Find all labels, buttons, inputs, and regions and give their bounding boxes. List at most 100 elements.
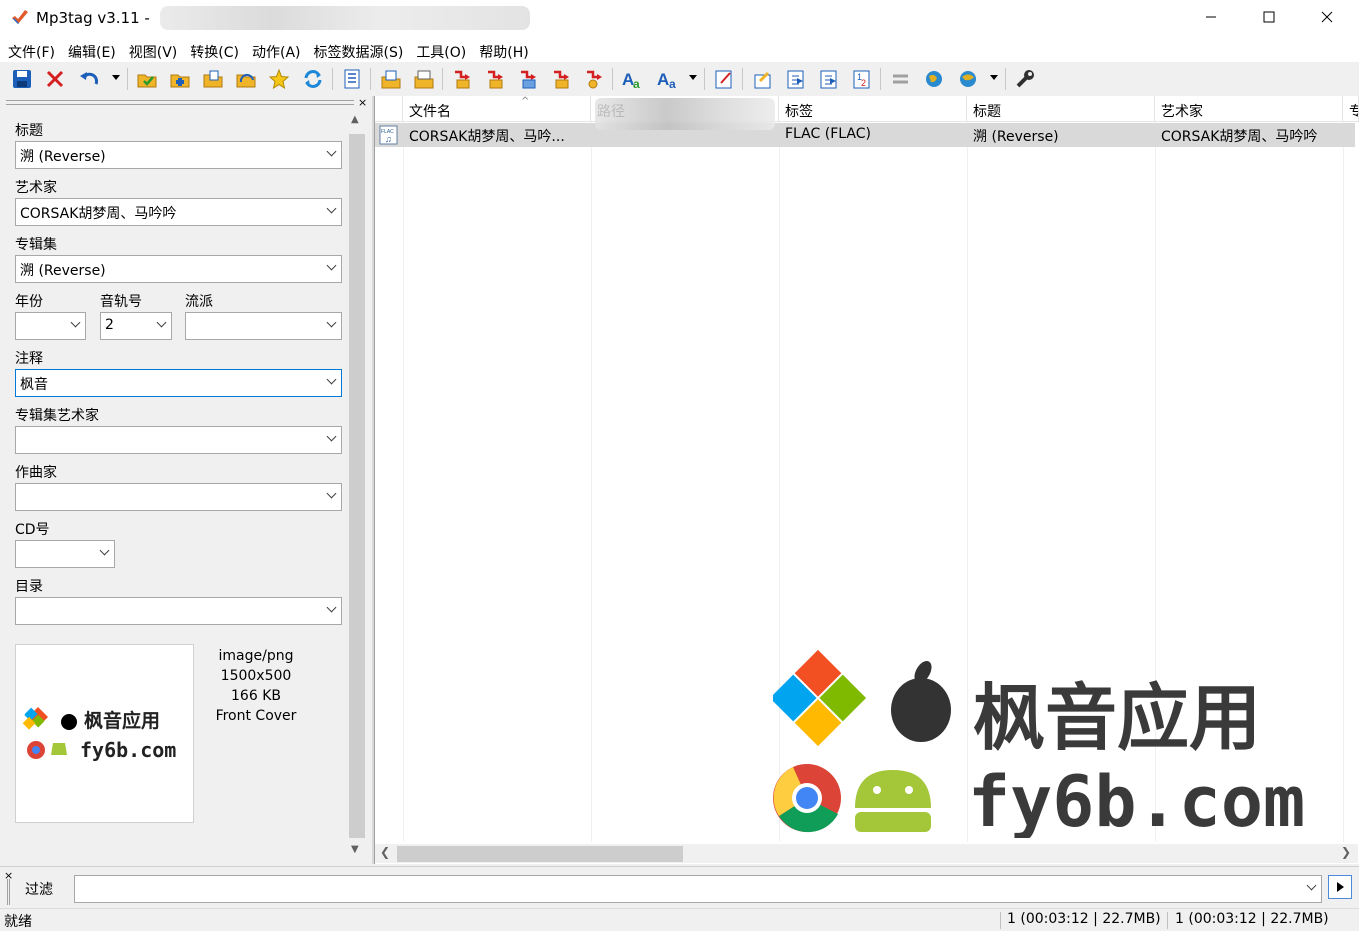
chevron-down-icon[interactable]	[326, 260, 337, 271]
change-dir-icon[interactable]	[134, 67, 160, 91]
album-artist-field[interactable]	[15, 426, 342, 454]
scroll-up-icon[interactable]: ▲	[351, 114, 359, 125]
column-header-title[interactable]: 标题	[967, 96, 1155, 122]
case-convert-menu-icon[interactable]: Aa	[654, 67, 680, 91]
tag-panel-scrollbar[interactable]: ▲ ▼	[346, 110, 368, 862]
menu-actions[interactable]: 动作(A)	[248, 38, 306, 62]
export-icon[interactable]	[378, 67, 404, 91]
convert-filename-tag-icon[interactable]	[482, 67, 508, 91]
refresh-icon[interactable]	[300, 67, 326, 91]
undo-dropdown-icon[interactable]	[112, 75, 120, 80]
scrollbar-thumb[interactable]	[349, 134, 365, 838]
chevron-down-icon[interactable]	[326, 317, 337, 328]
convert-text-tag-icon[interactable]	[515, 67, 541, 91]
toolbar-separator	[442, 68, 443, 90]
actions-icon[interactable]	[750, 67, 776, 91]
status-bar: 就绪 1 (00:03:12 | 22.7MB) 1 (00:03:12 | 2…	[0, 908, 1359, 930]
menu-tag-sources[interactable]: 标签数据源(S)	[310, 38, 409, 62]
status-text: 就绪	[4, 914, 32, 930]
comment-field[interactable]: 枫音	[15, 369, 342, 397]
options-icon[interactable]	[339, 67, 365, 91]
chevron-down-icon[interactable]	[70, 317, 81, 328]
track-field[interactable]: 2	[100, 312, 172, 340]
menu-view[interactable]: 视图(V)	[125, 38, 183, 62]
chevron-down-icon[interactable]	[156, 317, 167, 328]
directory-field[interactable]	[15, 597, 342, 625]
cover-type: Front Cover	[215, 708, 297, 724]
menu-convert[interactable]: 转换(C)	[186, 38, 244, 62]
playlist-icon[interactable]	[411, 67, 437, 91]
chevron-down-icon[interactable]	[326, 374, 337, 385]
status-selected: 1 (00:03:12 | 22.7MB)	[1007, 911, 1161, 927]
panel-close-icon[interactable]: ×	[358, 96, 367, 109]
menu-tools[interactable]: 工具(O)	[412, 38, 471, 62]
cover-mime: image/png	[218, 648, 294, 664]
convert-tag-tag-icon[interactable]	[548, 67, 574, 91]
scroll-left-icon[interactable]: ❮	[380, 845, 390, 859]
scrollbar-thumb[interactable]	[397, 846, 683, 862]
add-folder-icon[interactable]	[200, 67, 226, 91]
disc-field[interactable]	[15, 540, 115, 568]
number-icon[interactable]: 12	[849, 67, 875, 91]
svg-text:2: 2	[861, 78, 866, 88]
tools-wrench-icon[interactable]	[1012, 67, 1038, 91]
convert-tag-text-icon[interactable]	[581, 67, 607, 91]
chevron-down-icon[interactable]	[326, 488, 337, 499]
autonumber-icon[interactable]	[816, 67, 842, 91]
favorite-star-icon[interactable]	[266, 67, 292, 91]
remove-tag-icon[interactable]	[42, 67, 68, 91]
chevron-down-icon[interactable]	[1306, 880, 1317, 891]
chevron-down-icon[interactable]	[99, 545, 110, 556]
album-field[interactable]: 溯 (Reverse)	[15, 255, 342, 283]
toolbar-separator	[332, 68, 333, 90]
filter-input[interactable]	[74, 875, 1322, 903]
title-field[interactable]: 溯 (Reverse)	[15, 141, 342, 169]
year-field[interactable]	[15, 312, 86, 340]
menu-file[interactable]: 文件(F)	[4, 38, 60, 62]
web-source-menu-icon[interactable]	[955, 67, 981, 91]
column-header-artist[interactable]: 艺术家	[1155, 96, 1343, 122]
panel-grip[interactable]	[6, 100, 354, 105]
chevron-down-icon[interactable]	[326, 146, 337, 157]
table-row[interactable]: FLAC ♫ CORSAK胡梦周、马吟... FLAC (FLAC) 溯 (Rev…	[375, 123, 1355, 147]
column-header-tag[interactable]: 标签	[779, 96, 967, 122]
scroll-down-icon[interactable]: ▼	[351, 844, 359, 855]
actions-quick-icon[interactable]	[783, 67, 809, 91]
convert-tag-filename-icon[interactable]	[449, 67, 475, 91]
web-source-dropdown-icon[interactable]	[990, 75, 998, 80]
web-source-icon[interactable]	[921, 67, 947, 91]
track-field-value: 2	[105, 317, 114, 333]
column-header-album[interactable]: 专	[1343, 96, 1359, 122]
minimize-button[interactable]	[1182, 0, 1240, 38]
cell-artist: CORSAK胡梦周、马吟吟	[1161, 129, 1318, 145]
filter-apply-button[interactable]	[1328, 875, 1352, 899]
scroll-right-icon[interactable]: ❯	[1341, 845, 1351, 859]
column-header-icon	[375, 96, 403, 122]
toolbar-separator	[880, 68, 881, 90]
chevron-down-icon[interactable]	[326, 431, 337, 442]
genre-field[interactable]	[185, 312, 342, 340]
column-header-filename[interactable]: 文件名 ^	[403, 96, 591, 122]
file-list-hscrollbar[interactable]: ❮ ❯	[375, 844, 1358, 863]
filter-grip[interactable]	[7, 879, 10, 905]
menu-help[interactable]: 帮助(H)	[475, 38, 533, 62]
chevron-down-icon[interactable]	[326, 203, 337, 214]
compare-icon[interactable]	[888, 67, 914, 91]
case-convert-dropdown-icon[interactable]	[689, 75, 697, 80]
close-button[interactable]	[1298, 0, 1356, 38]
menu-edit[interactable]: 编辑(E)	[64, 38, 121, 62]
composer-label: 作曲家	[15, 465, 57, 481]
edit-tag-icon[interactable]	[711, 67, 737, 91]
save-icon[interactable]	[9, 67, 35, 91]
case-convert-icon[interactable]: Aa	[619, 67, 645, 91]
undo-icon[interactable]	[76, 67, 102, 91]
close-icon	[1321, 11, 1333, 27]
chevron-down-icon[interactable]	[326, 602, 337, 613]
composer-field[interactable]	[15, 483, 342, 511]
add-dir-icon[interactable]	[167, 67, 193, 91]
cover-art[interactable]: 枫音应用 fy6b.com	[15, 644, 194, 823]
artist-field[interactable]: CORSAK胡梦周、马吟吟	[15, 198, 342, 226]
maximize-button[interactable]	[1240, 0, 1298, 38]
cover-watermark-text: 枫音应用	[84, 709, 160, 732]
favorites-folder-icon[interactable]	[233, 67, 259, 91]
